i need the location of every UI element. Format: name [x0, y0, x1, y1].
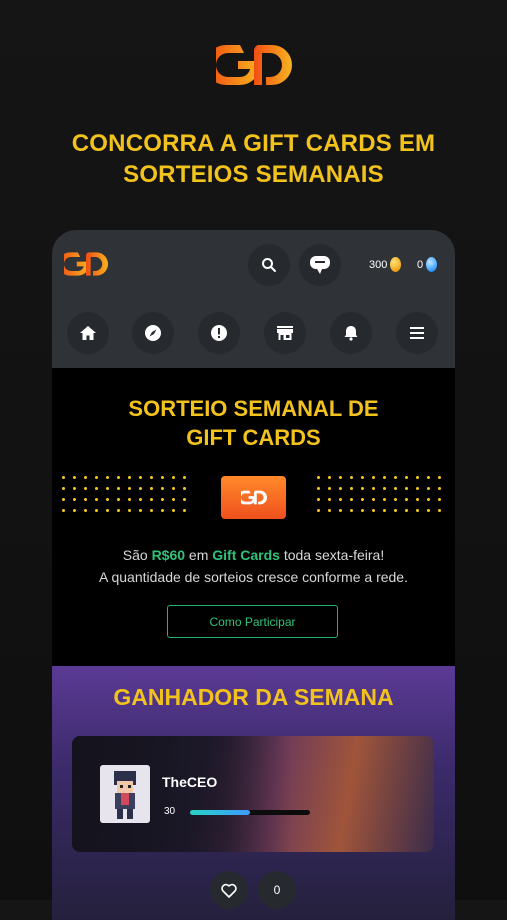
brand-mark-icon: [240, 490, 267, 505]
phone-mockup: 300 0 SORTEIO SEMANAL DE GIFT CARDS São …: [52, 230, 455, 920]
app-header: 300 0: [52, 230, 455, 368]
nav-alerts[interactable]: [198, 312, 240, 354]
nav-bar: [52, 312, 455, 358]
chat-icon: [310, 256, 330, 274]
nav-explore[interactable]: [132, 312, 174, 354]
nav-store[interactable]: [264, 312, 306, 354]
headline-line-1: CONCORRA A GIFT CARDS EM: [71, 130, 436, 157]
blue-coin-icon: [426, 257, 438, 272]
winner-username: TheCEO: [162, 774, 218, 790]
home-icon: [80, 326, 96, 340]
promo-text-suffix: toda sexta-feira!: [279, 547, 385, 563]
store-icon: [277, 326, 293, 340]
promo-title-line-1: SORTEIO SEMANAL DE: [128, 396, 379, 421]
promo-logo-badge: [221, 476, 286, 519]
blue-coins[interactable]: 0: [417, 257, 438, 272]
gold-coin-icon: [390, 257, 402, 272]
gold-coins-count: 300: [369, 258, 388, 271]
avatar[interactable]: [100, 765, 150, 823]
decorative-dots-left: [58, 472, 194, 520]
like-count: 0: [258, 871, 296, 909]
how-to-participate-button[interactable]: Como Participar: [167, 605, 338, 638]
app-logo[interactable]: [64, 250, 108, 278]
pixel-character-avatar: [114, 771, 136, 819]
headline: CONCORRA A GIFT CARDS EM SORTEIOS SEMANA…: [0, 128, 507, 190]
promo-title: SORTEIO SEMANAL DE GIFT CARDS: [52, 394, 455, 452]
brand-logo: [216, 45, 292, 85]
winner-level: 30: [164, 806, 176, 817]
weekly-winner-section: GANHADOR DA SEMANA TheCEO 30 0: [52, 666, 455, 920]
menu-icon: [410, 327, 424, 339]
winner-title: GANHADOR DA SEMANA: [113, 684, 394, 710]
promo-amount: R$60: [151, 547, 186, 563]
search-icon: [262, 258, 276, 272]
blue-coins-count: 0: [417, 258, 424, 271]
bell-icon: [344, 326, 358, 341]
gold-coins[interactable]: 300: [369, 257, 402, 272]
like-button[interactable]: [210, 871, 248, 909]
promo-text-mid: em: [185, 547, 213, 563]
xp-progress-bar: [190, 810, 310, 815]
promo-gift-cards: Gift Cards: [212, 547, 280, 563]
promo-description-line-2: A quantidade de sorteios cresce conforme…: [99, 569, 408, 585]
alert-icon: [211, 325, 227, 341]
promo-text-prefix: São: [122, 547, 152, 563]
chat-button[interactable]: [299, 244, 341, 286]
weekly-raffle-promo: SORTEIO SEMANAL DE GIFT CARDS São R$60 e…: [52, 368, 455, 666]
search-button[interactable]: [248, 244, 290, 286]
promo-description: São R$60 em Gift Cards toda sexta-feira!…: [52, 544, 455, 588]
nav-home[interactable]: [67, 312, 109, 354]
headline-line-2: SORTEIOS SEMANAIS: [123, 161, 384, 188]
nav-notifications[interactable]: [330, 312, 372, 354]
nav-menu[interactable]: [396, 312, 438, 354]
compass-icon: [145, 325, 161, 341]
decorative-dots-right: [313, 472, 449, 520]
winner-card[interactable]: TheCEO 30: [72, 736, 434, 852]
heart-icon: [221, 883, 237, 898]
promo-description-line-1: São R$60 em Gift Cards toda sexta-feira!: [52, 544, 455, 566]
promo-title-line-2: GIFT CARDS: [186, 425, 321, 450]
xp-progress-fill: [190, 810, 250, 815]
